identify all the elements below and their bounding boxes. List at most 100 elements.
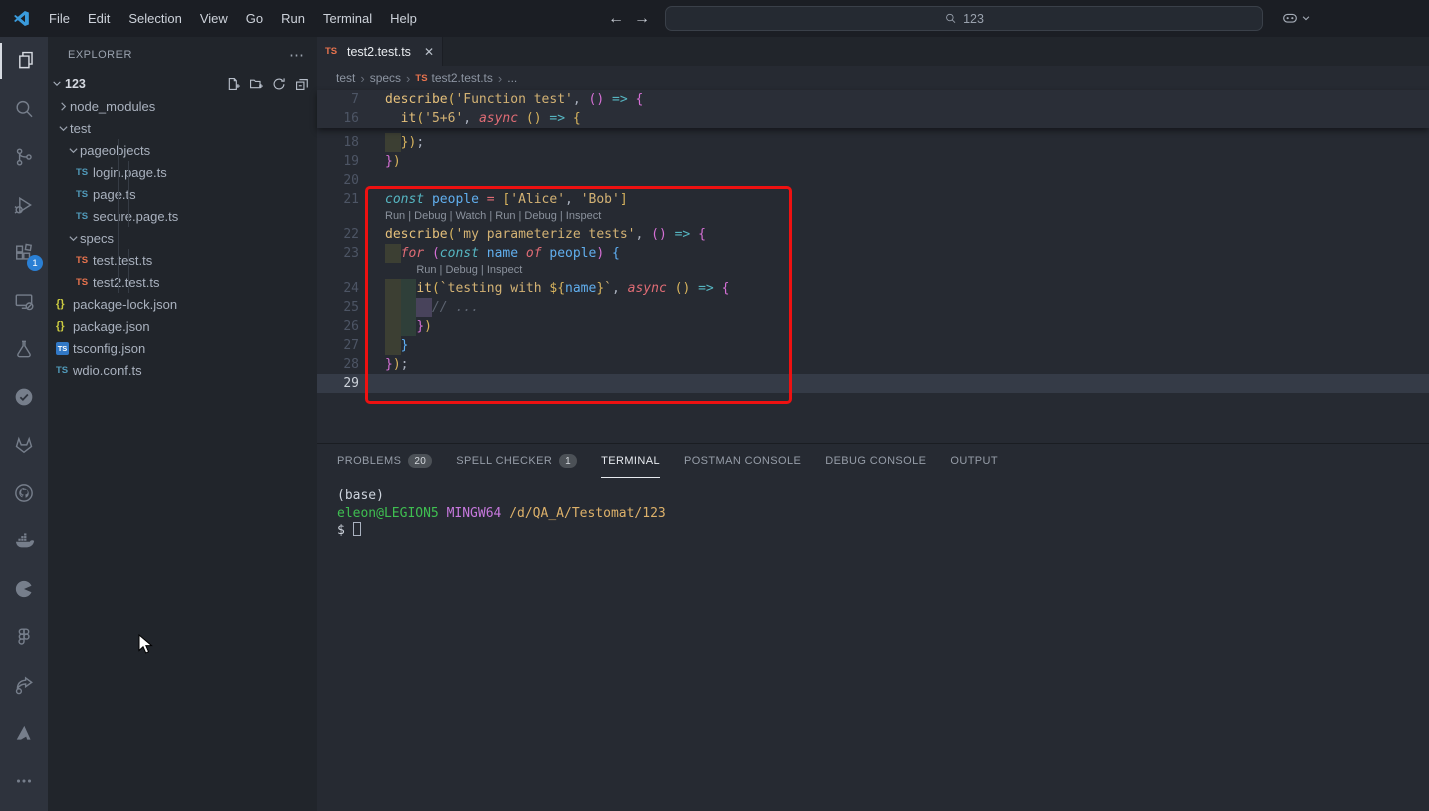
beaker-icon	[13, 338, 35, 360]
line-number: 20	[317, 171, 385, 190]
new-folder-icon[interactable]	[249, 77, 263, 91]
ellipsis-icon	[13, 770, 35, 792]
back-arrow[interactable]: ←	[608, 10, 624, 28]
refresh-icon[interactable]	[272, 77, 286, 91]
menu-run[interactable]: Run	[272, 7, 314, 30]
breadcrumb-item[interactable]: specs	[370, 71, 401, 85]
collapse-all-icon[interactable]	[295, 77, 309, 91]
activity-docker[interactable]	[0, 517, 48, 565]
tree-item-label: test.test.ts	[93, 253, 152, 268]
file-login-page-ts[interactable]: TSlogin.page.ts	[48, 161, 317, 183]
menu-file[interactable]: File	[40, 7, 79, 30]
panel-tabs: PROBLEMS20 SPELL CHECKER1 TERMINAL POSTMAN …	[317, 444, 1429, 478]
file-test2-test-ts[interactable]: TStest2.test.ts	[48, 271, 317, 293]
code-line-20: 20	[317, 171, 1429, 190]
terminal-line: $	[337, 522, 1429, 540]
tree-item-label: package-lock.json	[73, 297, 177, 312]
explorer-more-icon[interactable]: ⋯	[289, 46, 305, 64]
file-page-ts[interactable]: TSpage.ts	[48, 183, 317, 205]
activity-pie-extension[interactable]	[0, 565, 48, 613]
panel-tab-postman-console[interactable]: POSTMAN CONSOLE	[684, 444, 801, 478]
menu-selection[interactable]: Selection	[119, 7, 190, 30]
activity-azure[interactable]	[0, 709, 48, 757]
close-icon[interactable]: ✕	[424, 45, 434, 59]
line-number: 27	[317, 336, 385, 355]
tree-item-label: specs	[80, 231, 114, 246]
workspace-section-header[interactable]: 123	[48, 72, 317, 95]
search-icon	[944, 12, 957, 25]
code-line-16: 16 it('5+6', async () => {	[317, 109, 1429, 128]
folder-node-modules[interactable]: node_modules	[48, 95, 317, 117]
file-wdio-conf-ts[interactable]: TSwdio.conf.ts	[48, 359, 317, 381]
panel-tab-output[interactable]: OUTPUT	[950, 444, 998, 478]
folder-specs[interactable]: specs	[48, 227, 317, 249]
file-secure-page-ts[interactable]: TSsecure.page.ts	[48, 205, 317, 227]
indent-rainbow-block	[401, 279, 417, 298]
docker-icon	[13, 530, 35, 552]
breadcrumb-separator: ›	[360, 71, 364, 86]
activity-run-and-debug[interactable]	[0, 181, 48, 229]
file-tsconfig-json[interactable]: TStsconfig.json	[48, 337, 317, 359]
command-center-search[interactable]: 123	[665, 6, 1263, 31]
activity-share-extension[interactable]	[0, 661, 48, 709]
panel-tab-terminal[interactable]: TERMINAL	[601, 444, 660, 478]
indent-rainbow-block	[401, 317, 417, 336]
activity-figma[interactable]	[0, 613, 48, 661]
panel-tab-label: POSTMAN CONSOLE	[684, 455, 801, 467]
indent-rainbow-block	[385, 298, 401, 317]
codelens-actions[interactable]: Run | Debug | Inspect	[317, 263, 1429, 279]
search-value: 123	[963, 12, 984, 26]
new-file-icon[interactable]	[226, 77, 240, 91]
code-line-27: 27 }	[317, 336, 1429, 355]
indent-guide	[128, 249, 129, 293]
figma-icon	[13, 626, 35, 648]
folder-test[interactable]: test	[48, 117, 317, 139]
code-line-18: 18 });	[317, 133, 1429, 152]
menu-help[interactable]: Help	[381, 7, 426, 30]
breadcrumb-item[interactable]: test	[336, 71, 355, 85]
menu-view[interactable]: View	[191, 7, 237, 30]
explorer-sidebar: EXPLORER ⋯ 123 node_modulestestpageobjec…	[48, 37, 317, 811]
breadcrumb-item[interactable]: TStest2.test.ts	[415, 71, 493, 85]
activity-explorer[interactable]	[0, 37, 48, 85]
panel-tab-debug-console[interactable]: DEBUG CONSOLE	[825, 444, 926, 478]
github-icon	[13, 482, 35, 504]
activity-remote-explorer[interactable]	[0, 277, 48, 325]
panel-tab-spell-checker[interactable]: SPELL CHECKER1	[456, 444, 577, 478]
activity-more[interactable]	[0, 757, 48, 805]
activity-extensions[interactable]: 1	[0, 229, 48, 277]
source-control-icon	[13, 146, 35, 168]
activity-gitlab[interactable]	[0, 421, 48, 469]
menu-edit[interactable]: Edit	[79, 7, 119, 30]
forward-arrow[interactable]: →	[634, 10, 650, 28]
copilot-icon[interactable]	[1281, 9, 1299, 27]
file-package-lock-json[interactable]: {}package-lock.json	[48, 293, 317, 315]
terminal[interactable]: (base)eleon@LEGION5 MINGW64 /d/QA_A/Test…	[317, 478, 1429, 540]
line-number: 19	[317, 152, 385, 171]
code-editor[interactable]: 18 });19})2021const people = ['Alice', '…	[317, 90, 1429, 443]
menu-go[interactable]: Go	[237, 7, 272, 30]
chevron-down-icon	[56, 123, 70, 134]
indent-rainbow-block	[401, 298, 417, 317]
activity-source-control[interactable]	[0, 133, 48, 181]
chevron-down-icon[interactable]	[1301, 13, 1311, 23]
activity-github[interactable]	[0, 469, 48, 517]
folder-pageobjects[interactable]: pageobjects	[48, 139, 317, 161]
panel-tab-problems[interactable]: PROBLEMS20	[337, 444, 432, 478]
remote-icon	[13, 290, 35, 312]
activity-search[interactable]	[0, 85, 48, 133]
activity-testing[interactable]	[0, 325, 48, 373]
pie-icon	[13, 578, 35, 600]
file-package-json[interactable]: {}package.json	[48, 315, 317, 337]
line-number: 25	[317, 298, 385, 317]
editor-group: TS test2.test.ts ✕ test›specs›TStest2.te…	[317, 37, 1429, 811]
breadcrumb-item[interactable]: ...	[507, 71, 517, 85]
tab-test2-test-ts[interactable]: TS test2.test.ts ✕	[317, 37, 443, 66]
menu-bar: FileEditSelectionViewGoRunTerminalHelp	[40, 7, 426, 30]
file-test-test-ts[interactable]: TStest.test.ts	[48, 249, 317, 271]
codelens-actions[interactable]: Run | Debug | Watch | Run | Debug | Insp…	[317, 209, 1429, 225]
menu-terminal[interactable]: Terminal	[314, 7, 381, 30]
code-line-23: 23 for (const name of people) {	[317, 244, 1429, 263]
activity-checkmark-extension[interactable]	[0, 373, 48, 421]
ts-file-icon: TS	[415, 73, 427, 84]
